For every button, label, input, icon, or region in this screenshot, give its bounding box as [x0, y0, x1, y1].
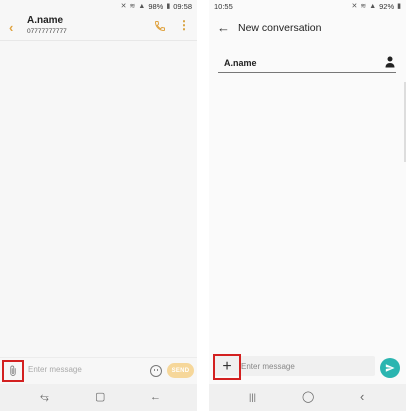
arrow-left-icon[interactable]: ← [217, 20, 230, 35]
mute-icon: ✕ [120, 2, 127, 10]
recents-icon[interactable]: ||| [249, 391, 256, 403]
wifi-icon: ≋ [360, 2, 367, 10]
home-icon[interactable]: ◯ [302, 391, 314, 403]
send-button[interactable]: SEND [167, 363, 194, 378]
paperclip-icon[interactable] [2, 360, 24, 382]
battery-icon: ▮ [166, 2, 171, 10]
page-title: New conversation [238, 22, 322, 34]
right-time: 10:55 [214, 1, 233, 11]
home-icon[interactable]: ▢ [95, 391, 105, 403]
recents-icon[interactable]: ⥃ [40, 391, 49, 403]
person-icon[interactable] [385, 55, 395, 68]
right-nav-bar: ||| ◯ ‹ [209, 384, 406, 411]
plus-icon[interactable]: + [213, 354, 241, 380]
back-icon[interactable]: ← [150, 391, 161, 403]
right-status-bar: 10:55 ✕ ≋ ▲ 92% ▮ [209, 0, 406, 12]
left-screen: ✕ ≋ ▲ 98% ▮ 09:58 ‹ A.name 07777777777 ⋮… [0, 0, 197, 411]
phone-icon[interactable] [154, 19, 166, 32]
left-battery: 98% [148, 1, 164, 11]
contact-name: A.name [27, 15, 64, 26]
more-vertical-icon[interactable]: ⋮ [178, 19, 190, 31]
wifi-icon: ≋ [129, 2, 136, 10]
left-nav-bar: ⥃ ▢ ← [0, 384, 197, 411]
smiley-icon[interactable] [150, 365, 162, 377]
message-input[interactable]: Enter message [241, 362, 295, 371]
chevron-left-icon[interactable]: ‹ [9, 20, 13, 35]
contact-number: 07777777777 [27, 28, 67, 35]
send-icon[interactable] [380, 358, 400, 378]
mute-icon: ✕ [351, 2, 358, 10]
new-conversation-header: ← New conversation [209, 18, 406, 40]
message-input[interactable]: Enter message [28, 365, 82, 374]
battery-icon: ▮ [397, 2, 401, 10]
signal-icon: ▲ [138, 2, 146, 10]
left-time: 09:58 [173, 1, 192, 11]
right-screen: 10:55 ✕ ≋ ▲ 92% ▮ ← New conversation A.n… [209, 0, 406, 411]
right-battery: 92% [379, 1, 395, 11]
back-icon[interactable]: ‹ [360, 390, 364, 403]
recipient-name: A.name [224, 58, 257, 68]
message-compose-bar: Enter message SEND [0, 357, 197, 385]
recipient-field[interactable]: A.name [218, 54, 396, 73]
left-status-bar: ✕ ≋ ▲ 98% ▮ 09:58 [0, 0, 197, 12]
conversation-header: ‹ A.name 07777777777 ⋮ [0, 12, 197, 41]
signal-icon: ▲ [369, 2, 377, 10]
message-compose-bar: + Enter message [209, 352, 406, 382]
